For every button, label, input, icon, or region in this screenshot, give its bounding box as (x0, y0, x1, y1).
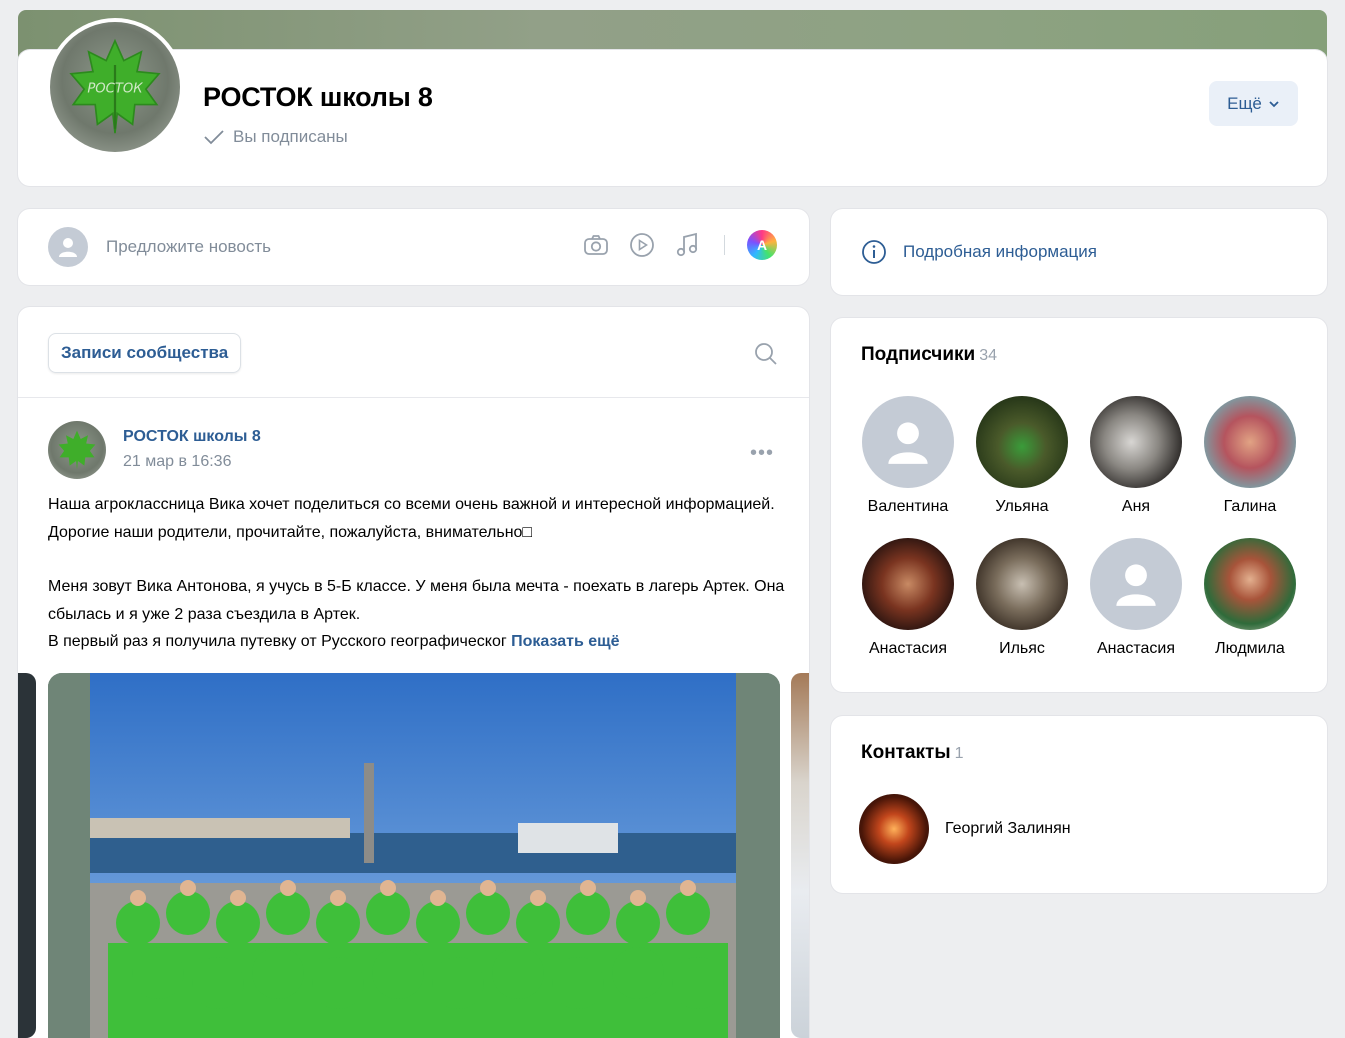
avatar (1204, 396, 1296, 488)
ai-letter: A (756, 237, 768, 253)
subscriber-name: Ильяс (999, 640, 1045, 657)
chevron-down-icon (1269, 100, 1279, 107)
user-icon (888, 422, 928, 464)
post-menu-button[interactable]: ••• (750, 442, 774, 465)
ai-assistant-icon[interactable]: A (747, 230, 777, 260)
suggest-post-box[interactable]: Предложите новость A (18, 209, 809, 285)
next-photo-preview[interactable] (791, 673, 809, 1038)
post-paragraph: Меня зовут Вика Антонова, я учусь в 5-Б … (48, 578, 785, 623)
avatar (1090, 396, 1182, 488)
subscriber-name: Анастасия (868, 640, 948, 657)
subscribed-status[interactable]: Вы подписаны (203, 127, 348, 147)
show-more-link[interactable]: Показать ещё (511, 633, 619, 650)
music-icon[interactable] (674, 231, 702, 259)
tools-divider (724, 235, 725, 255)
post-author-avatar[interactable] (48, 421, 106, 479)
details-card[interactable]: Подробная информация (831, 209, 1327, 295)
info-icon (862, 240, 886, 264)
subscriber-item[interactable]: Анастасия (1079, 538, 1193, 658)
post-paragraph-truncated: В первый раз я получила путевку от Русск… (48, 633, 507, 650)
subscriber-name: Аня (1121, 498, 1151, 515)
post-text: Наша агроклассница Вика хочет поделиться… (48, 491, 788, 656)
subscriber-item[interactable]: Ильяс (965, 538, 1079, 658)
post-paragraph: Наша агроклассница Вика хочет поделиться… (48, 496, 775, 541)
post-author-link[interactable]: РОСТОК школы 8 (123, 428, 261, 446)
subscriber-name: Галина (1223, 498, 1277, 515)
subscribers-card: Подписчики 34 Валентина Ульяна Аня Галина… (831, 318, 1327, 692)
subscriber-item[interactable]: Ульяна (965, 396, 1079, 516)
user-icon (1116, 564, 1156, 606)
more-button[interactable]: Ещё (1209, 81, 1298, 126)
contacts-title-label: Контакты (861, 742, 951, 763)
avatar (859, 794, 929, 864)
checkmark-icon (204, 130, 224, 145)
tab-community-posts[interactable]: Записи сообщества (48, 333, 242, 373)
subscriber-item[interactable]: Аня (1079, 396, 1193, 516)
subscriber-item[interactable]: Галина (1193, 396, 1307, 516)
subscriber-name: Анастасия (1096, 640, 1176, 657)
suggest-placeholder[interactable]: Предложите новость (106, 237, 271, 257)
contact-item[interactable]: Георгий Залинян (859, 794, 1071, 864)
subscriber-name: Ульяна (995, 498, 1049, 515)
more-label: Ещё (1227, 93, 1262, 113)
subscriber-item[interactable]: Анастасия (851, 538, 965, 658)
contacts-count: 1 (954, 745, 964, 762)
post-photo[interactable] (48, 673, 780, 1038)
search-icon[interactable] (754, 342, 778, 371)
community-feed: Записи сообщества РОСТОК школы 8 21 мар … (18, 307, 809, 1038)
subscribed-label: Вы подписаны (233, 127, 348, 146)
subscriber-name: Валентина (867, 498, 949, 515)
avatar (862, 396, 954, 488)
leaf-logo-icon (58, 430, 96, 470)
group-avatar[interactable]: РОСТОК (46, 18, 184, 156)
avatar-text: РОСТОК (87, 82, 143, 97)
post-paragraph: В первый раз я получила путевку от Русск… (48, 628, 788, 656)
avatar (976, 396, 1068, 488)
avatar (1090, 538, 1182, 630)
post-date[interactable]: 21 мар в 16:36 (123, 453, 231, 471)
subscribers-title[interactable]: Подписчики 34 (861, 344, 997, 366)
contacts-card: Контакты 1 Георгий Залинян (831, 716, 1327, 893)
video-icon[interactable] (628, 231, 656, 259)
subscriber-item[interactable]: Валентина (851, 396, 965, 516)
subscriber-name: Людмила (1215, 640, 1285, 657)
avatar (862, 538, 954, 630)
leaf-logo-icon: РОСТОК (69, 38, 161, 134)
avatar (1204, 538, 1296, 630)
group-header (18, 50, 1327, 186)
details-link[interactable]: Подробная информация (903, 242, 1097, 262)
subscribers-title-label: Подписчики (861, 344, 976, 365)
group-photo-image (48, 673, 780, 1038)
contact-name: Георгий Залинян (945, 820, 1071, 837)
subscribers-count: 34 (979, 347, 998, 364)
prev-photo-preview[interactable] (18, 673, 36, 1038)
avatar (976, 538, 1068, 630)
user-avatar (48, 227, 88, 267)
contacts-title[interactable]: Контакты 1 (861, 742, 964, 764)
feed-divider (18, 397, 809, 398)
user-icon (59, 238, 77, 257)
group-title: РОСТОК школы 8 (203, 82, 433, 112)
subscriber-item[interactable]: Людмила (1193, 538, 1307, 658)
camera-icon[interactable] (582, 231, 610, 259)
